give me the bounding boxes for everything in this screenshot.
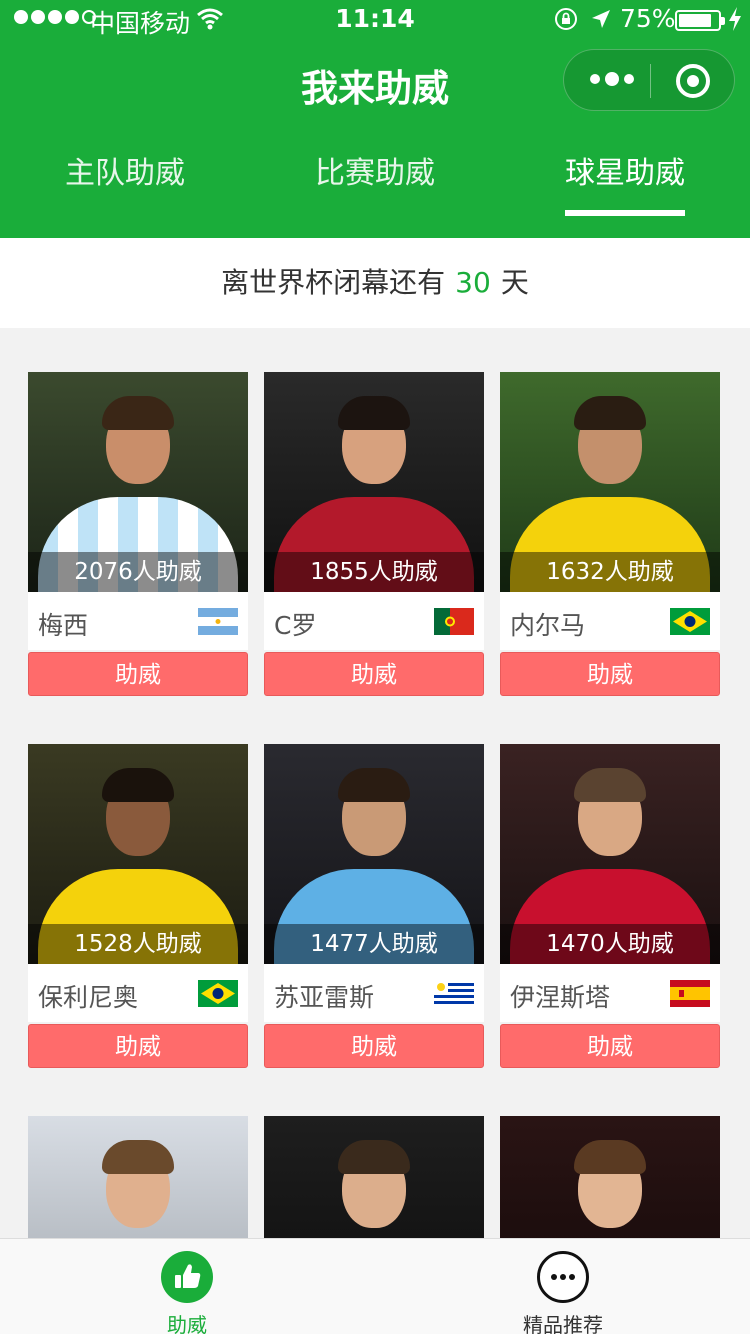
support-count: 1632人助威 [500,552,720,592]
location-arrow-icon [592,10,610,28]
mini-program-capsule [563,49,735,111]
player-card: 2076人助威 梅西 助威 [28,372,248,696]
status-bar: 中国移动 11:14 75% [0,0,750,40]
battery-percentage: 75% [620,4,676,33]
player-photo[interactable]: 1632人助威 [500,372,720,592]
bottom-tab-bar: 助威 精品推荐 [0,1238,750,1334]
active-tab-indicator [565,210,685,216]
support-count: 1855人助威 [264,552,484,592]
support-count: 2076人助威 [28,552,248,592]
rotation-lock-icon [555,8,577,30]
player-photo[interactable]: 1470人助威 [500,744,720,964]
tab-team-support[interactable]: 主队助威 [0,148,250,192]
player-photo[interactable] [500,1116,720,1238]
player-card [264,1116,484,1238]
portugal-flag [434,608,474,635]
player-card: 1632人助威 内尔马 助威 [500,372,720,696]
player-card: 1477人助威 苏亚雷斯 助威 [264,744,484,1068]
close-mini-program-button[interactable] [676,64,710,98]
player-name: 梅西 [38,611,89,640]
tab-star-support[interactable]: 球星助威 [500,148,750,192]
world-cup-countdown: 离世界杯闭幕还有 30 天 [0,238,750,328]
support-button[interactable]: 助威 [28,1024,248,1068]
support-count: 1477人助威 [264,924,484,964]
countdown-prefix: 离世界杯闭幕还有 [221,266,446,299]
support-button[interactable]: 助威 [264,652,484,696]
app-header: 中国移动 11:14 75% 我来助威 主队助威 比赛助威 球星助威 [0,0,750,238]
uruguay-flag [434,980,474,1007]
support-button[interactable]: 助威 [500,1024,720,1068]
player-photo[interactable]: 1477人助威 [264,744,484,964]
tabbar-label: 精品推荐 [523,1313,603,1334]
support-button[interactable]: 助威 [264,1024,484,1068]
player-card: 1528人助威 保利尼奥 助威 [28,744,248,1068]
player-photo[interactable]: 2076人助威 [28,372,248,592]
player-name: 伊涅斯塔 [510,983,611,1012]
tabbar-item-recommend[interactable]: 精品推荐 [463,1239,663,1334]
brazil-flag [670,608,710,635]
countdown-suffix: 天 [500,266,529,299]
player-name: 内尔马 [510,611,586,640]
more-dots-icon [537,1251,589,1303]
player-photo[interactable]: 1528人助威 [28,744,248,964]
player-card: 1855人助威 C罗 助威 [264,372,484,696]
more-menu-button[interactable] [590,72,634,86]
support-button[interactable]: 助威 [500,652,720,696]
player-card [500,1116,720,1238]
support-button[interactable]: 助威 [28,652,248,696]
battery-fill [679,14,711,27]
support-count: 1528人助威 [28,924,248,964]
player-name: C罗 [274,611,317,640]
player-photo[interactable] [28,1116,248,1238]
player-photo[interactable] [264,1116,484,1238]
top-tabs: 主队助威 比赛助威 球星助威 [0,148,750,218]
charging-bolt-icon [729,7,741,31]
argentina-flag [198,608,238,635]
player-card: 1470人助威 伊涅斯塔 助威 [500,744,720,1068]
player-card [28,1116,248,1238]
spain-flag [670,980,710,1007]
brazil-flag [198,980,238,1007]
player-name: 保利尼奥 [38,983,139,1012]
support-count: 1470人助威 [500,924,720,964]
player-grid: 2076人助威 梅西 助威 1855人助威 C罗 助威 1632人助威 内尔马 … [0,328,750,1238]
battery-icon [675,10,725,31]
thumbs-up-icon [161,1251,213,1303]
countdown-days: 30 [455,266,491,299]
tabbar-label: 助威 [167,1313,207,1334]
player-name: 苏亚雷斯 [274,983,375,1012]
tab-match-support[interactable]: 比赛助威 [250,148,500,192]
tabbar-item-support[interactable]: 助威 [87,1239,287,1334]
player-photo[interactable]: 1855人助威 [264,372,484,592]
